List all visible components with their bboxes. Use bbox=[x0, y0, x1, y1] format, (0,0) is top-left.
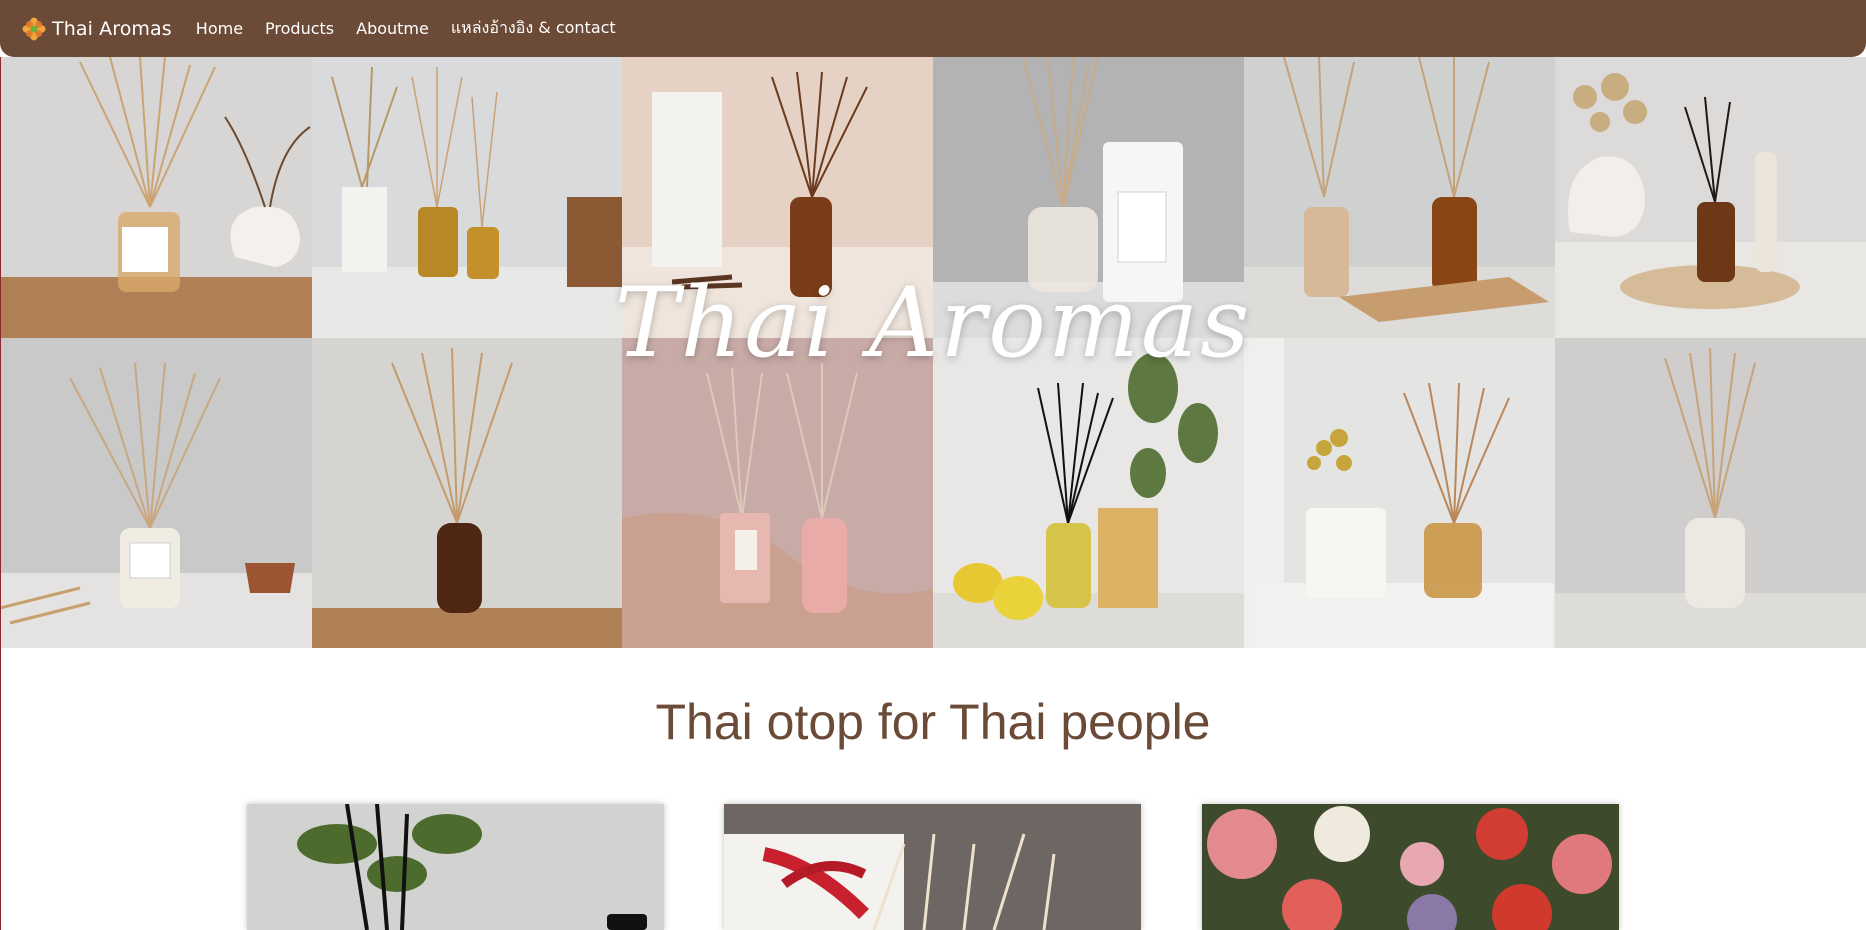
reed-diffuser-photo-12 bbox=[1555, 338, 1866, 648]
hero-title: Thai Aromas bbox=[614, 267, 1252, 379]
reed-diffuser-photo-8 bbox=[312, 338, 622, 648]
nav-link-products[interactable]: Products bbox=[265, 19, 334, 38]
section-heading: Thai otop for Thai people bbox=[655, 694, 1211, 750]
reed-diffuser-photo-7 bbox=[0, 338, 312, 648]
gift-box-card[interactable] bbox=[724, 804, 1141, 930]
floral-pattern-card[interactable] bbox=[1202, 804, 1619, 930]
page-left-edge bbox=[0, 57, 1, 930]
brand-link[interactable]: Thai Aromas bbox=[22, 17, 172, 41]
nav-link-aboutme[interactable]: Aboutme bbox=[356, 19, 429, 38]
hero-banner: Thai Aromas bbox=[0, 57, 1866, 648]
brand-name: Thai Aromas bbox=[52, 17, 172, 40]
flower-logo-icon bbox=[22, 17, 46, 40]
black-reed-diffuser-card[interactable] bbox=[247, 804, 664, 930]
reed-diffuser-photo-11 bbox=[1244, 338, 1555, 648]
reed-diffuser-photo-10 bbox=[933, 338, 1244, 648]
nav-link-references-contact[interactable]: แหล่งอ้างอิง & contact bbox=[451, 16, 616, 41]
reed-diffuser-photo-9 bbox=[622, 338, 933, 648]
top-navbar: Thai Aromas Home Products Aboutme แหล่งอ… bbox=[0, 0, 1866, 57]
nav-link-home[interactable]: Home bbox=[196, 19, 243, 38]
